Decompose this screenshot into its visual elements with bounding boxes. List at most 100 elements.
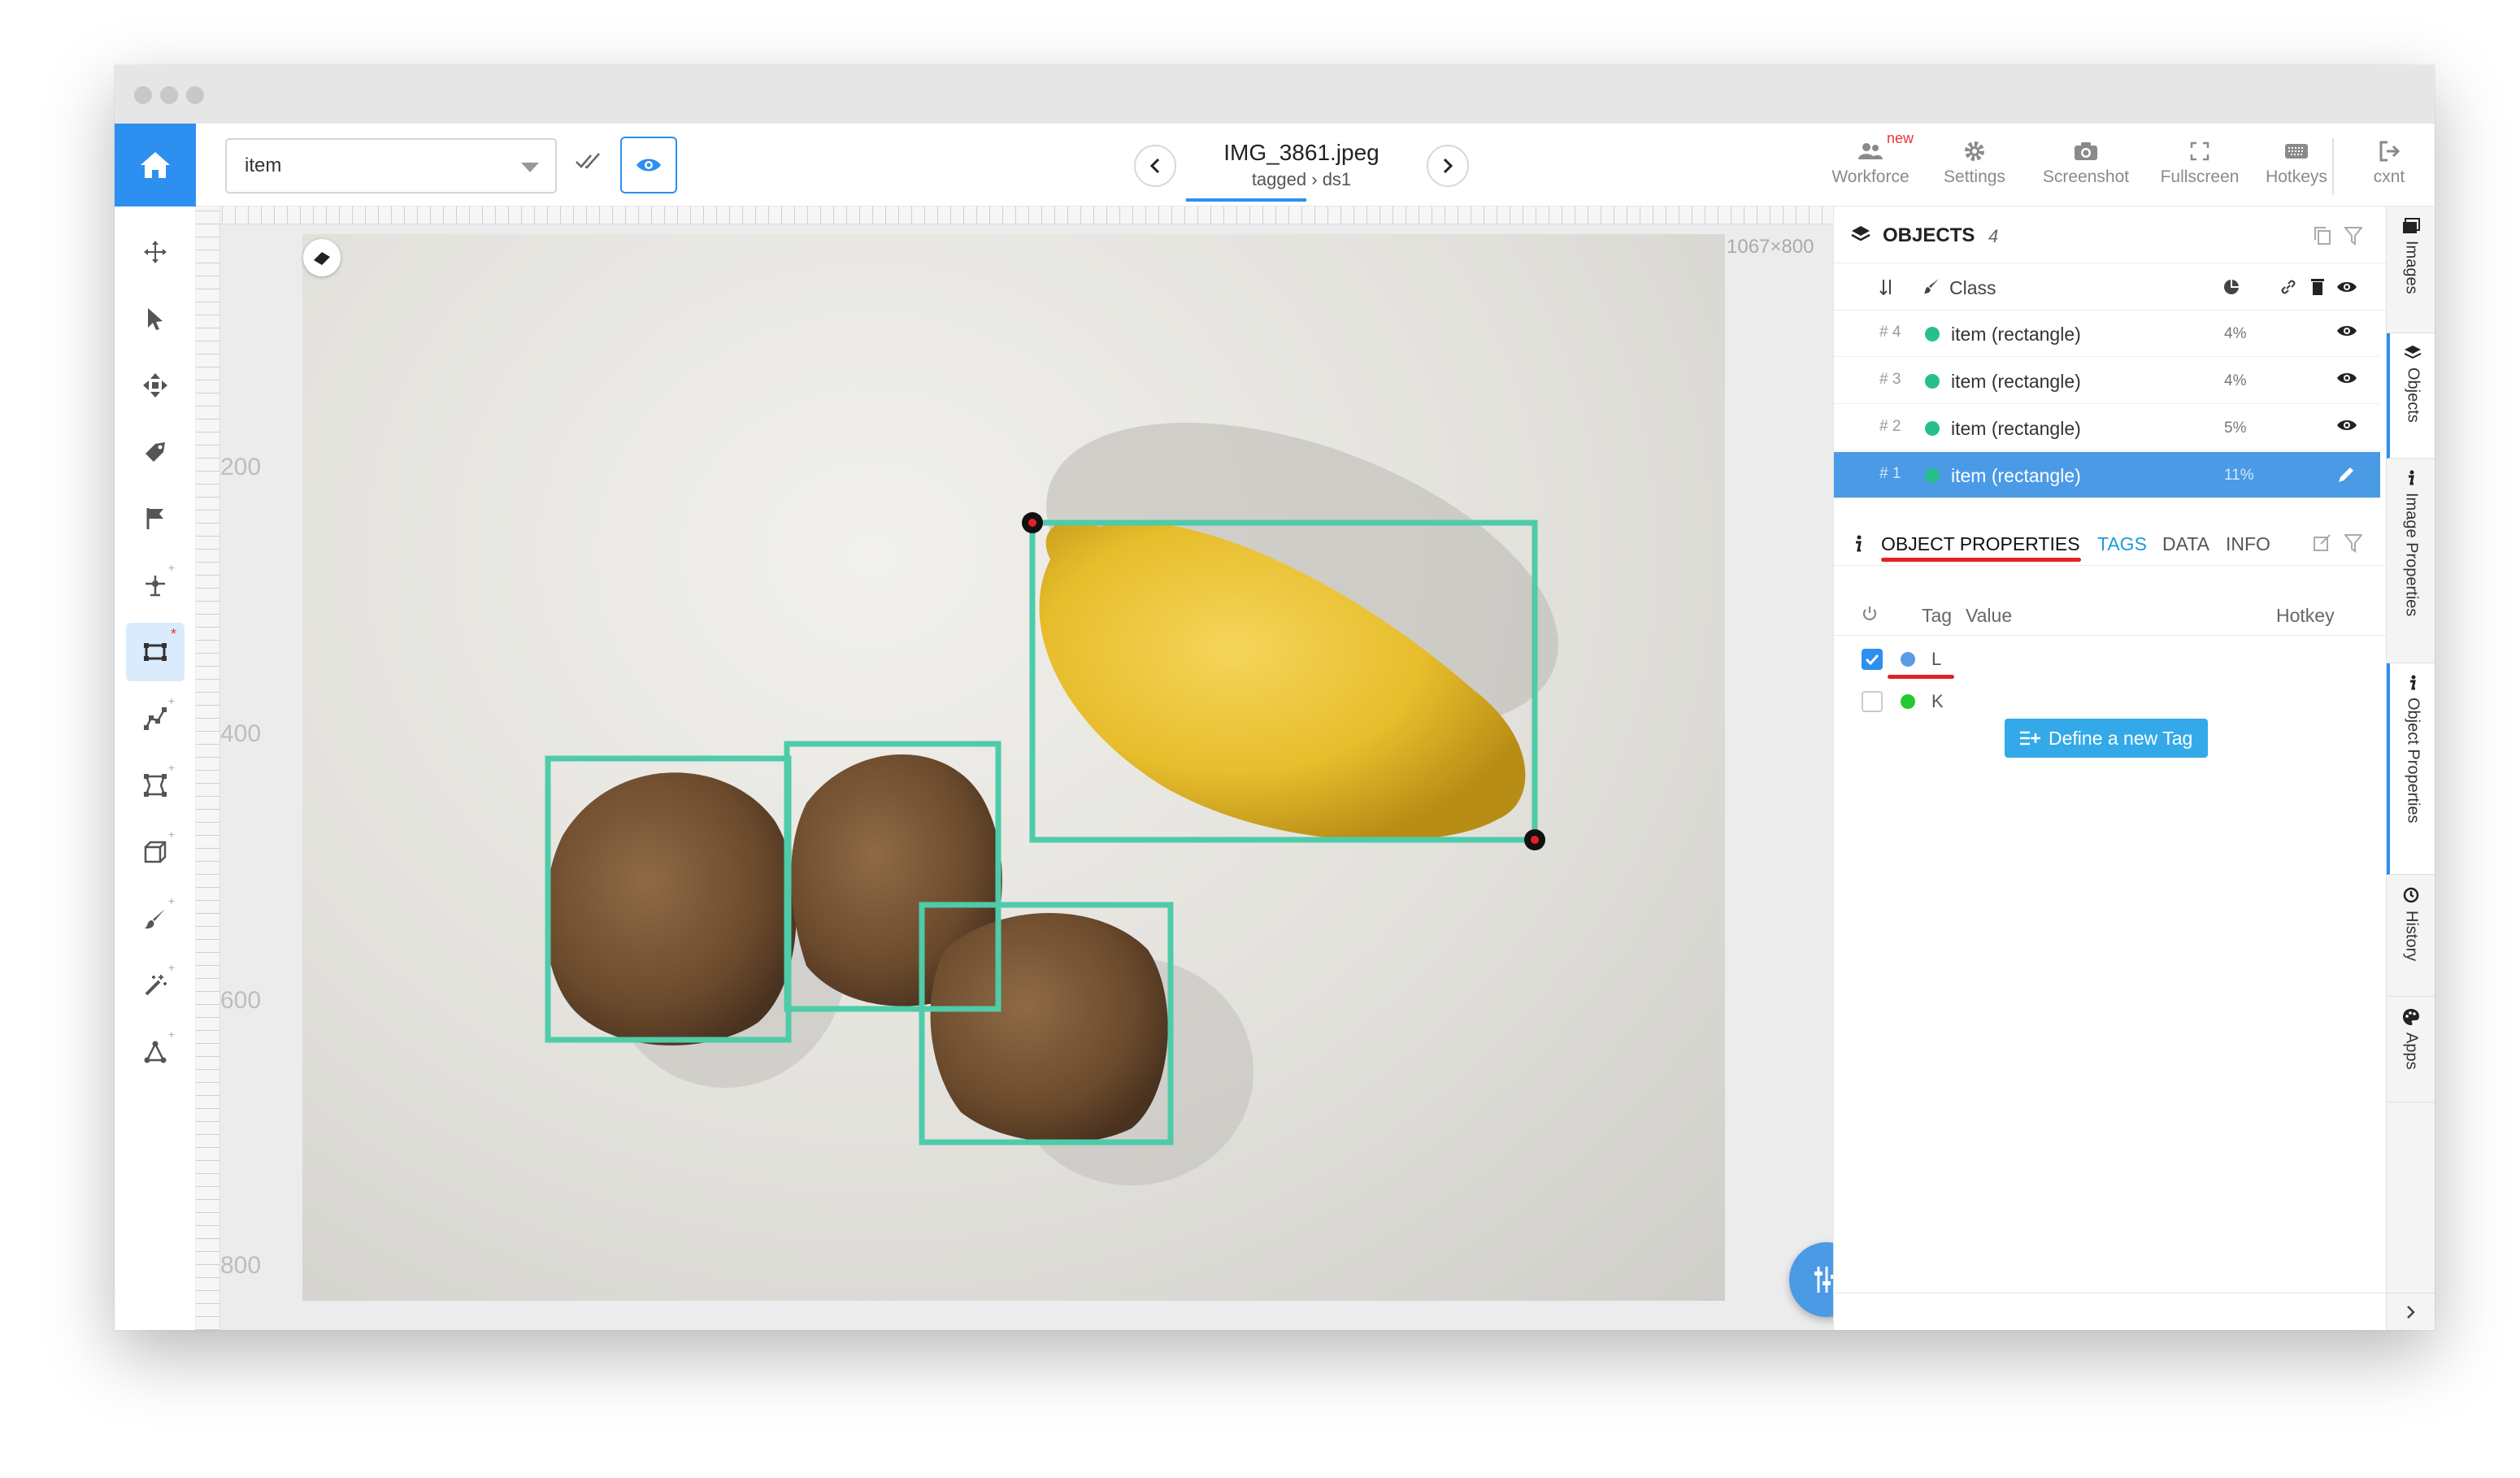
- pencil-icon[interactable]: [2336, 465, 2356, 485]
- vtab-images[interactable]: Images: [2387, 206, 2435, 333]
- breadcrumb-dataset[interactable]: ds1: [1323, 169, 1351, 189]
- layers-icon: [1851, 226, 1870, 241]
- fullscreen-button[interactable]: Fullscreen: [2153, 135, 2246, 187]
- vertical-tabs: Images Objects Image Properties Object P…: [2386, 206, 2435, 1330]
- tag-row[interactable]: L: [1834, 639, 2386, 679]
- hotkeys-button[interactable]: Hotkeys: [2262, 135, 2331, 187]
- collapse-panel-button[interactable]: [2387, 1293, 2435, 1330]
- rectangle-tool[interactable]: *: [126, 623, 185, 681]
- pan-tool[interactable]: [126, 223, 185, 281]
- object-area: 4%: [2224, 325, 2247, 342]
- layers-icon: [2404, 346, 2422, 359]
- camera-icon: [2075, 142, 2097, 160]
- graph-tool[interactable]: +: [126, 1023, 185, 1081]
- tab-info[interactable]: INFO: [2226, 533, 2270, 555]
- tool-add-indicator: +: [167, 561, 175, 574]
- vtab-object-properties[interactable]: Object Properties: [2387, 663, 2435, 875]
- cuboid-tool[interactable]: +: [126, 823, 185, 881]
- window-minimize-dot[interactable]: [160, 86, 178, 104]
- ruler-label: 200: [220, 454, 262, 480]
- polygon-tool[interactable]: +: [126, 756, 185, 815]
- tool-add-indicator: +: [167, 1028, 175, 1041]
- class-select[interactable]: item: [225, 138, 557, 193]
- chevron-left-icon: [1149, 158, 1160, 174]
- workforce-button[interactable]: new Workforce: [1828, 130, 1914, 187]
- brush-tool[interactable]: +: [126, 889, 185, 948]
- home-button[interactable]: [115, 124, 196, 206]
- object-row[interactable]: # 4 item (rectangle) 4%: [1834, 311, 2380, 357]
- window-close-dot[interactable]: [134, 86, 152, 104]
- vtab-history-label: History: [2402, 911, 2421, 962]
- chevron-down-icon: [521, 163, 539, 172]
- properties-tabs: OBJECT PROPERTIES TAGS DATA INFO: [1834, 517, 2386, 566]
- eye-icon[interactable]: [2336, 324, 2357, 338]
- breadcrumb-separator: ›: [1311, 169, 1323, 189]
- object-area: 11%: [2224, 467, 2254, 484]
- tool-add-indicator: +: [167, 894, 175, 907]
- window-maximize-dot[interactable]: [186, 86, 204, 104]
- object-number: # 4: [1879, 324, 1901, 341]
- eye-icon[interactable]: [2336, 280, 2357, 294]
- logout-button[interactable]: cxnt: [2365, 135, 2414, 187]
- screenshot-button[interactable]: Screenshot: [2036, 135, 2135, 187]
- visibility-toggle-button[interactable]: [620, 137, 677, 193]
- tag-checkbox[interactable]: [1862, 649, 1883, 670]
- pie-chart-icon[interactable]: [2222, 278, 2240, 296]
- trash-icon[interactable]: [2310, 276, 2325, 296]
- edit-icon[interactable]: [2314, 533, 2331, 551]
- double-check-icon[interactable]: [575, 151, 602, 171]
- eye-icon[interactable]: [2336, 418, 2357, 433]
- screenshot-label: Screenshot: [2042, 167, 2130, 186]
- power-icon[interactable]: [1862, 605, 1878, 623]
- tag-row[interactable]: K: [1834, 681, 2386, 720]
- define-new-tag-label: Define a new Tag: [2049, 727, 2193, 749]
- next-image-button[interactable]: [1427, 145, 1469, 187]
- object-number: # 2: [1879, 418, 1901, 435]
- filter-icon[interactable]: [2344, 226, 2362, 246]
- tag-tool[interactable]: [126, 423, 185, 481]
- new-badge: new: [1887, 130, 1914, 146]
- link-icon[interactable]: [2279, 278, 2297, 296]
- breadcrumb-dataset-group[interactable]: tagged: [1252, 169, 1306, 189]
- vtab-apps[interactable]: Apps: [2387, 997, 2435, 1102]
- settings-button[interactable]: Settings: [1932, 135, 2017, 187]
- annotation-canvas[interactable]: 200 400 600 800 1067×800: [196, 206, 1833, 1330]
- images-icon: [2403, 218, 2420, 233]
- header-divider: [2332, 138, 2334, 195]
- move-tool[interactable]: [126, 356, 185, 415]
- define-new-tag-button[interactable]: Define a new Tag: [2005, 719, 2208, 758]
- tab-data[interactable]: DATA: [2162, 533, 2209, 555]
- ruler-label: 400: [220, 720, 262, 747]
- pan-icon: [144, 241, 167, 263]
- polyline-tool[interactable]: +: [126, 689, 185, 748]
- breadcrumb-underline: [1186, 198, 1306, 202]
- gear-icon: [1965, 141, 1984, 161]
- vtab-image-properties[interactable]: Image Properties: [2387, 459, 2435, 663]
- object-row[interactable]: # 3 item (rectangle) 4%: [1834, 358, 2380, 404]
- home-icon: [141, 152, 170, 178]
- info-icon: [2410, 675, 2416, 690]
- sort-icon[interactable]: [1879, 278, 1894, 296]
- class-column-label[interactable]: Class: [1949, 277, 1996, 299]
- keyboard-icon: [2285, 144, 2308, 159]
- hotkeys-label: Hotkeys: [2266, 167, 2327, 186]
- image-canvas[interactable]: [302, 234, 1725, 1301]
- eraser-button[interactable]: [303, 239, 341, 276]
- tab-object-properties[interactable]: OBJECT PROPERTIES: [1881, 533, 2080, 555]
- magic-wand-tool[interactable]: +: [126, 956, 185, 1015]
- vtab-history[interactable]: History: [2387, 875, 2435, 997]
- settings-label: Settings: [1944, 167, 2005, 186]
- active-tool-indicator: *: [170, 626, 176, 642]
- filter-icon[interactable]: [2344, 533, 2362, 553]
- image-adjust-button[interactable]: [1789, 1242, 1833, 1317]
- vtab-objects[interactable]: Objects: [2387, 333, 2435, 459]
- object-row[interactable]: # 2 item (rectangle) 5%: [1834, 405, 2380, 451]
- object-row-selected[interactable]: # 1 item (rectangle) 11%: [1834, 452, 2380, 498]
- copy-icon[interactable]: [2314, 226, 2331, 246]
- tab-tags[interactable]: TAGS: [2097, 533, 2147, 555]
- flag-tool[interactable]: [126, 489, 185, 548]
- point-tool[interactable]: +: [126, 556, 185, 615]
- tag-checkbox[interactable]: [1862, 691, 1883, 712]
- pointer-tool[interactable]: [126, 289, 185, 348]
- eye-icon[interactable]: [2336, 371, 2357, 385]
